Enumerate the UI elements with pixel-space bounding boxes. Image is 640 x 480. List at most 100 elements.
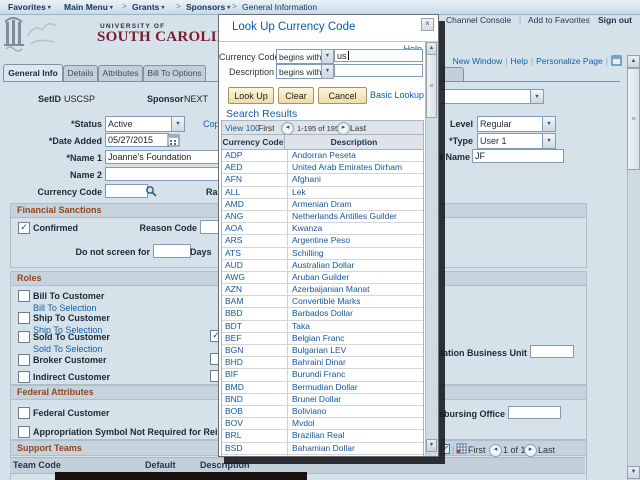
sold-to-selection-link[interactable]: Sold To Selection (33, 344, 102, 354)
currency-table-row[interactable]: AOA Kwanza (222, 223, 423, 235)
tab-general-info[interactable]: General Info (3, 64, 63, 81)
page-scrollbar-thumb[interactable]: ≡ (627, 68, 640, 170)
currency-code-link[interactable]: BHD (222, 357, 288, 368)
currency-table-row[interactable]: AFN Afghani (222, 174, 423, 186)
currency-table-row[interactable]: ADP Andorran Peseta (222, 150, 423, 162)
currency-desc-link[interactable]: Bahraini Dinar (288, 357, 423, 368)
close-icon[interactable]: × (421, 18, 434, 31)
type-select[interactable]: User 1 ▼ (477, 133, 556, 149)
currency-desc-link[interactable]: Schilling (288, 248, 423, 259)
name1-input[interactable]: Joanne's Foundation (105, 150, 223, 164)
currency-code-link[interactable]: BEF (222, 333, 288, 344)
tab-details[interactable]: Details (63, 65, 98, 81)
currency-operator-select[interactable]: begins with (276, 49, 322, 64)
favorites-menu[interactable]: Favorites▾ (8, 2, 51, 12)
breadcrumb-sponsors[interactable]: Sponsors▾ (186, 2, 230, 12)
level-select[interactable]: Regular ▼ (477, 116, 556, 132)
currency-desc-link[interactable]: United Arab Emirates Dirham (288, 162, 423, 173)
currency-desc-link[interactable]: Kwanza (288, 223, 423, 234)
currency-table-row[interactable]: BEF Belgian Franc (222, 333, 423, 345)
currency-code-link[interactable]: AED (222, 162, 288, 173)
dropdown-arrow-icon[interactable]: ▼ (542, 117, 555, 131)
currency-desc-link[interactable]: Lek (288, 187, 423, 198)
name2-input[interactable] (105, 167, 223, 181)
currency-table-row[interactable]: BND Brunei Dollar (222, 394, 423, 406)
dropdown-arrow-icon[interactable]: ▼ (321, 64, 334, 79)
currency-table-row[interactable]: BRL Brazilian Real (222, 430, 423, 442)
currency-code-link[interactable]: ADP (222, 150, 288, 161)
support-last-label[interactable]: Last (538, 445, 555, 455)
currency-desc-link[interactable]: Convertible Marks (288, 296, 423, 307)
currency-desc-link[interactable]: Belgian Franc (288, 333, 423, 344)
currency-code-link[interactable]: BBD (222, 308, 288, 319)
tab-fragment[interactable] (443, 67, 464, 81)
currency-code-column-header[interactable]: Currency Code (222, 135, 285, 149)
date-added-input[interactable]: 05/27/2015 (105, 133, 169, 147)
channel-console-link[interactable]: Channel Console (446, 15, 511, 25)
currency-desc-link[interactable]: Afghani (288, 174, 423, 185)
currency-code-link[interactable]: BIF (222, 369, 288, 380)
currency-desc-link[interactable]: Boliviano (288, 406, 423, 417)
currency-table-row[interactable]: BGN Bulgarian LEV (222, 345, 423, 357)
currency-desc-link[interactable]: Azerbaijanian Manat (288, 284, 423, 295)
calendar-icon[interactable] (167, 134, 180, 147)
modal-scrollbar-thumb[interactable]: ≡ (426, 54, 437, 118)
currency-table-row[interactable]: AWG Aruban Guilder (222, 272, 423, 284)
bill-to-selection-link[interactable]: Bill To Selection (33, 303, 96, 313)
currency-desc-link[interactable]: Burundi Franc (288, 369, 423, 380)
currency-code-link[interactable]: ANG (222, 211, 288, 222)
currency-table-row[interactable]: ANG Netherlands Antilles Guilder (222, 211, 423, 223)
short-name-input[interactable]: JF (472, 149, 564, 163)
tab-bill-to-options[interactable]: Bill To Options (143, 65, 206, 81)
lookup-magnifier-icon[interactable] (145, 185, 157, 197)
federal-customer-checkbox[interactable] (18, 407, 30, 419)
currency-code-link[interactable]: ALL (222, 187, 288, 198)
personalize-page-link[interactable]: Personalize Page (536, 56, 603, 66)
currency-table-row[interactable]: BIF Burundi Franc (222, 369, 423, 381)
currency-desc-link[interactable]: Ngultrum (288, 455, 423, 456)
sold-to-customer-checkbox[interactable] (18, 331, 30, 343)
currency-table-row[interactable]: ARS Argentine Peso (222, 235, 423, 247)
currency-table-row[interactable]: AZN Azerbaijanian Manat (222, 284, 423, 296)
currency-desc-link[interactable]: Bermudian Dollar (288, 382, 423, 393)
currency-desc-link[interactable]: Brunei Dollar (288, 394, 423, 405)
currency-code-link[interactable]: BGN (222, 345, 288, 356)
currency-desc-link[interactable]: Aruban Guilder (288, 272, 423, 283)
currency-code-link[interactable]: AWG (222, 272, 288, 283)
right-top-select[interactable]: ▼ (430, 89, 544, 104)
dropdown-arrow-icon[interactable]: ▼ (542, 134, 555, 148)
new-window-icon[interactable] (611, 55, 622, 66)
currency-table-row[interactable]: BSD Bahamian Dollar (222, 443, 423, 455)
currency-desc-link[interactable]: Bulgarian LEV (288, 345, 423, 356)
currency-code-link[interactable]: AMD (222, 199, 288, 210)
add-to-favorites-link[interactable]: Add to Favorites (528, 15, 590, 25)
help-link[interactable]: Help (510, 56, 527, 66)
ship-to-customer-checkbox[interactable] (18, 312, 30, 324)
view-100-link[interactable]: View 100 (225, 123, 260, 133)
currency-desc-link[interactable]: Andorran Peseta (288, 150, 423, 161)
currency-desc-link[interactable]: Bahamian Dollar (288, 443, 423, 454)
main-menu[interactable]: Main Menu▾ (64, 2, 113, 12)
currency-table-row[interactable]: BBD Barbados Dollar (222, 308, 423, 320)
currency-table-row[interactable]: AED United Arab Emirates Dirham (222, 162, 423, 174)
new-window-link[interactable]: New Window (453, 56, 503, 66)
download-grid-icon[interactable] (456, 443, 467, 454)
currency-table-row[interactable]: BMD Bermudian Dollar (222, 382, 423, 394)
currency-code-link[interactable]: AOA (222, 223, 288, 234)
currency-table-row[interactable]: BDT Taka (222, 321, 423, 333)
currency-search-input[interactable]: us (334, 49, 423, 62)
scroll-up-icon[interactable]: ▲ (627, 55, 640, 68)
look-up-button[interactable]: Look Up (228, 87, 274, 104)
next-page-icon[interactable]: ▸ (337, 122, 350, 135)
currency-table-row[interactable]: AUD Australian Dollar (222, 260, 423, 272)
tab-attributes[interactable]: Attributes (98, 65, 143, 81)
previous-page-icon[interactable]: ◂ (281, 122, 294, 135)
clear-button[interactable]: Clear (278, 87, 314, 104)
dropdown-arrow-icon[interactable]: ▼ (530, 90, 543, 103)
currency-desc-link[interactable]: Netherlands Antilles Guilder (288, 211, 423, 222)
currency-code-link[interactable]: BRL (222, 430, 288, 441)
currency-desc-link[interactable]: Brazilian Real (288, 430, 423, 441)
currency-desc-link[interactable]: Australian Dollar (288, 260, 423, 271)
description-column-header[interactable]: Description (285, 135, 423, 149)
currency-desc-link[interactable]: Mvdol (288, 418, 423, 429)
